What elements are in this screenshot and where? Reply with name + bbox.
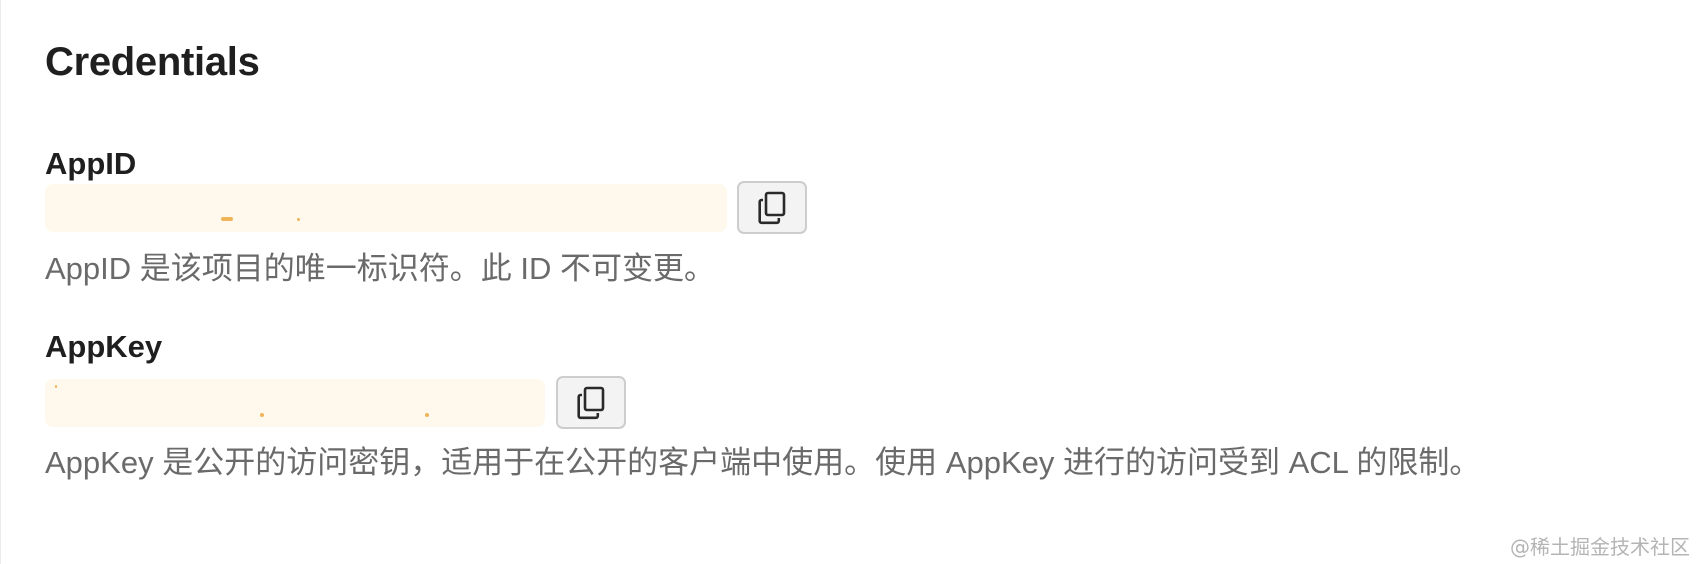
appkey-label: AppKey <box>45 329 163 364</box>
appkey-value-field[interactable] <box>45 379 545 427</box>
masked-speck <box>221 217 233 221</box>
appid-help-text: AppID 是该项目的唯一标识符。此 ID 不可变更。 <box>45 251 715 286</box>
copy-appkey-button[interactable] <box>556 376 626 429</box>
masked-speck <box>260 413 264 417</box>
masked-speck <box>297 218 300 221</box>
section-title: Credentials <box>45 40 260 84</box>
copy-icon <box>577 386 605 419</box>
watermark: @稀土掘金技术社区 <box>1510 535 1690 559</box>
credentials-panel: Credentials AppID AppID 是该项目的唯一标识符。此 ID … <box>0 0 1700 564</box>
appid-value-field[interactable] <box>45 184 727 232</box>
masked-speck <box>425 413 429 417</box>
appid-label: AppID <box>45 146 137 181</box>
appkey-help-text: AppKey 是公开的访问密钥，适用于在公开的客户端中使用。使用 AppKey … <box>45 445 1481 480</box>
copy-icon <box>758 191 786 224</box>
masked-speck <box>55 385 57 388</box>
copy-appid-button[interactable] <box>737 181 807 234</box>
